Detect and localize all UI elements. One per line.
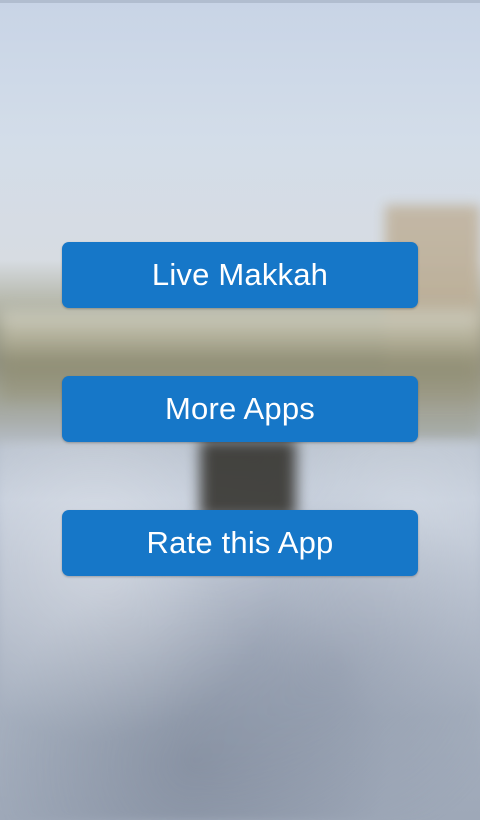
- more-apps-button[interactable]: More Apps: [62, 376, 418, 442]
- status-bar-edge: [0, 0, 480, 3]
- rate-app-button[interactable]: Rate this App: [62, 510, 418, 576]
- app-screen: Live Makkah More Apps Rate this App: [0, 0, 480, 820]
- background-kaaba: [200, 440, 296, 518]
- live-makkah-button[interactable]: Live Makkah: [62, 242, 418, 308]
